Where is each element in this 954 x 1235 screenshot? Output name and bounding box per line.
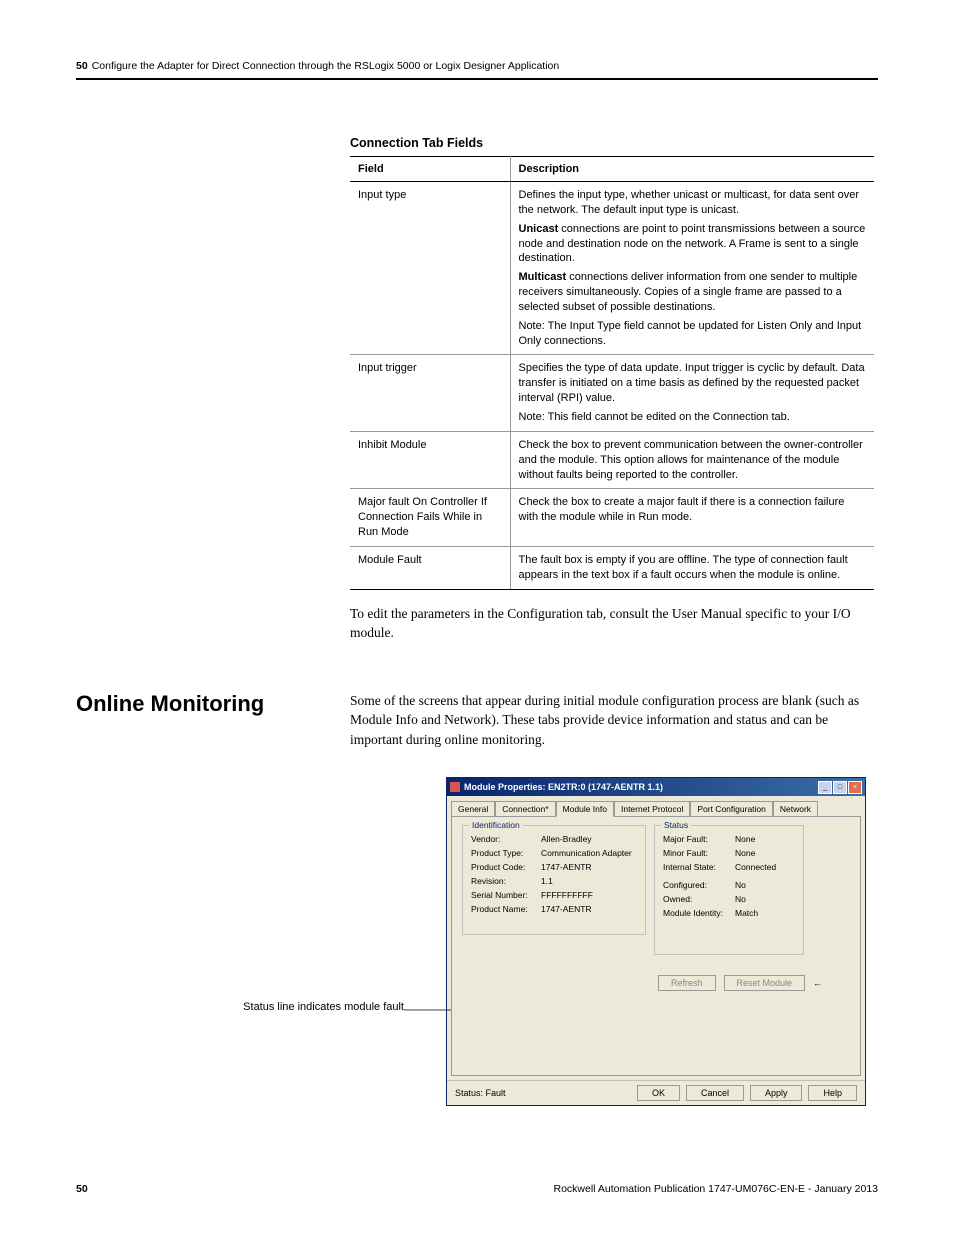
page-header: 50 Configure the Adapter for Direct Conn… xyxy=(76,60,878,72)
tab-internet-protocol[interactable]: Internet Protocol xyxy=(614,801,690,817)
ident-label: Serial Number: xyxy=(471,890,541,900)
ident-label: Vendor: xyxy=(471,834,541,844)
tab-general[interactable]: General xyxy=(451,801,495,817)
module-properties-dialog: Module Properties: EN2TR:0 (1747-AENTR 1… xyxy=(446,777,866,1106)
th-description: Description xyxy=(510,157,874,182)
status-title: Status xyxy=(661,820,691,830)
field-name: Module Fault xyxy=(350,546,510,589)
ident-label: Product Name: xyxy=(471,904,541,914)
ident-row: Product Type:Communication Adapter xyxy=(471,848,637,858)
ident-row: Vendor:Allen-Bradley xyxy=(471,834,637,844)
body-paragraph: To edit the parameters in the Configurat… xyxy=(350,604,874,643)
field-name: Inhibit Module xyxy=(350,431,510,489)
ok-button[interactable]: OK xyxy=(637,1085,680,1101)
ident-value: 1.1 xyxy=(541,876,637,886)
status-label: Configured: xyxy=(663,880,735,890)
connection-tab-fields-table: Field Description Input typeDefines the … xyxy=(350,156,874,590)
apply-button[interactable]: Apply xyxy=(750,1085,803,1101)
status-group: Status Major Fault:NoneMinor Fault:NoneI… xyxy=(654,825,804,955)
status-label: Internal State: xyxy=(663,862,735,872)
status-label: Owned: xyxy=(663,894,735,904)
ident-row: Product Name:1747-AENTR xyxy=(471,904,637,914)
ident-label: Product Type: xyxy=(471,848,541,858)
status-row: Internal State:Connected xyxy=(663,862,795,872)
status-row: Major Fault:None xyxy=(663,834,795,844)
app-icon xyxy=(450,782,460,792)
field-name: Input trigger xyxy=(350,355,510,431)
identification-title: Identification xyxy=(469,820,523,830)
dialog-titlebar: Module Properties: EN2TR:0 (1747-AENTR 1… xyxy=(447,778,865,796)
section-heading: Online Monitoring xyxy=(76,691,350,750)
status-value: None xyxy=(735,834,795,844)
ident-value: Communication Adapter xyxy=(541,848,637,858)
cancel-button[interactable]: Cancel xyxy=(686,1085,744,1101)
page-footer: 50 Rockwell Automation Publication 1747-… xyxy=(76,1183,878,1195)
field-description: Check the box to create a major fault if… xyxy=(510,489,874,547)
status-row: Minor Fault:None xyxy=(663,848,795,858)
close-button[interactable]: × xyxy=(848,781,862,794)
tab-port-configuration[interactable]: Port Configuration xyxy=(690,801,773,817)
status-value: Match xyxy=(735,908,795,918)
footer-page-number: 50 xyxy=(76,1183,88,1195)
status-value: No xyxy=(735,894,795,904)
th-field: Field xyxy=(350,157,510,182)
ident-row: Serial Number:FFFFFFFFFF xyxy=(471,890,637,900)
ident-value: FFFFFFFFFF xyxy=(541,890,637,900)
tab-row: GeneralConnection*Module InfoInternet Pr… xyxy=(447,796,865,816)
dialog-screenshot: Status line indicates module fault Modul… xyxy=(446,777,866,1106)
ident-label: Product Code: xyxy=(471,862,541,872)
refresh-button[interactable]: Refresh xyxy=(658,975,716,991)
callout-label: Status line indicates module fault xyxy=(184,1001,404,1013)
status-value: Connected xyxy=(735,862,795,872)
status-row: Owned:No xyxy=(663,894,795,904)
ident-value: 1747-AENTR xyxy=(541,904,637,914)
ident-row: Product Code:1747-AENTR xyxy=(471,862,637,872)
maximize-button[interactable]: □ xyxy=(833,781,847,794)
tab-connection-[interactable]: Connection* xyxy=(495,801,555,817)
field-description: Specifies the type of data update. Input… xyxy=(510,355,874,431)
minimize-button[interactable]: _ xyxy=(818,781,832,794)
status-value: No xyxy=(735,880,795,890)
header-rule xyxy=(76,78,878,80)
status-label: Module Identity: xyxy=(663,908,735,918)
tab-network[interactable]: Network xyxy=(773,801,818,817)
ident-value: 1747-AENTR xyxy=(541,862,637,872)
status-label: Minor Fault: xyxy=(663,848,735,858)
field-description: Defines the input type, whether unicast … xyxy=(510,182,874,355)
ident-value: Allen-Bradley xyxy=(541,834,637,844)
header-page-number: 50 xyxy=(76,60,88,72)
field-description: Check the box to prevent communication b… xyxy=(510,431,874,489)
ident-label: Revision: xyxy=(471,876,541,886)
help-button[interactable]: Help xyxy=(808,1085,857,1101)
status-text: Status: Fault xyxy=(455,1088,637,1098)
tab-pane: Identification Vendor:Allen-BradleyProdu… xyxy=(451,816,861,1076)
status-bar: Status: Fault OK Cancel Apply Help xyxy=(447,1080,865,1105)
status-value: None xyxy=(735,848,795,858)
status-row: Module Identity:Match xyxy=(663,908,795,918)
section-body: Some of the screens that appear during i… xyxy=(350,691,874,750)
identification-group: Identification Vendor:Allen-BradleyProdu… xyxy=(462,825,646,935)
dialog-title: Module Properties: EN2TR:0 (1747-AENTR 1… xyxy=(464,782,818,792)
status-row: Configured:No xyxy=(663,880,795,890)
ident-row: Revision:1.1 xyxy=(471,876,637,886)
table-caption: Connection Tab Fields xyxy=(350,136,878,150)
field-name: Input type xyxy=(350,182,510,355)
field-name: Major fault On Controller If Connection … xyxy=(350,489,510,547)
header-chapter-title: Configure the Adapter for Direct Connect… xyxy=(92,60,560,72)
dropdown-arrow-icon[interactable]: ← xyxy=(813,978,822,988)
footer-publication: Rockwell Automation Publication 1747-UM0… xyxy=(554,1183,879,1195)
field-description: The fault box is empty if you are offlin… xyxy=(510,546,874,589)
status-label: Major Fault: xyxy=(663,834,735,844)
tab-module-info[interactable]: Module Info xyxy=(556,801,614,817)
reset-module-button[interactable]: Reset Module xyxy=(724,975,806,991)
